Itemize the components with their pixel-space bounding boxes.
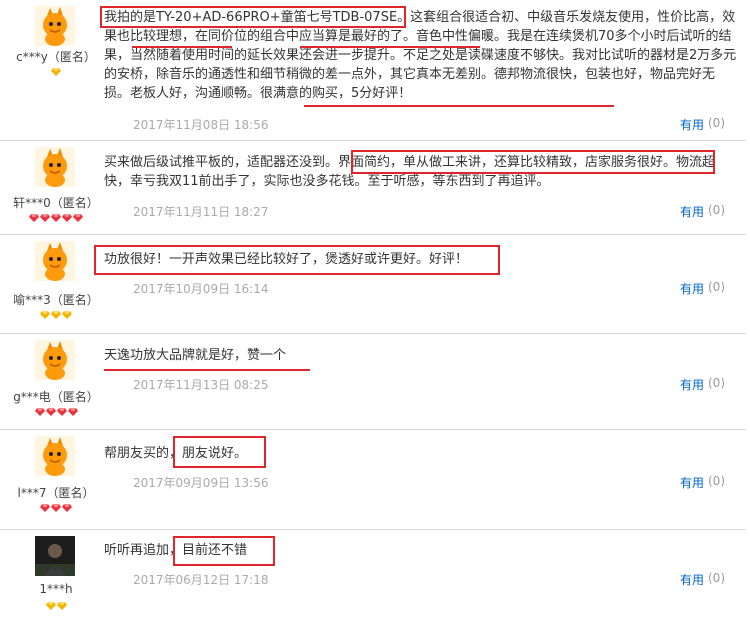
- diamond-icon: [51, 504, 61, 512]
- useful-count: (0): [708, 280, 725, 294]
- review-item: 1***h 听听再追加，目前还不错 2017年06月12日 17:18 有用 (…: [0, 530, 746, 631]
- review-item: l***7（匿名） 帮朋友买的，朋友说好。 2017年09月09日 13:56 …: [0, 430, 746, 530]
- annotation-box: [351, 150, 715, 174]
- diamond-icon: [56, 602, 67, 610]
- review-date: 2017年06月12日 17:18: [133, 573, 269, 587]
- diamond-icon: [51, 68, 61, 76]
- useful-count: (0): [708, 474, 725, 488]
- diamond-icon: [29, 214, 39, 222]
- useful-button[interactable]: 有用: [680, 116, 704, 133]
- diamond-icon: [73, 214, 83, 222]
- useful-button[interactable]: 有用: [680, 376, 704, 393]
- username: c***y（匿名）: [16, 50, 96, 64]
- diamond-icon: [45, 602, 56, 610]
- avatar[interactable]: [35, 241, 75, 281]
- diamond-icon: [40, 504, 50, 512]
- username: 1***h: [39, 582, 73, 596]
- useful-count: (0): [708, 116, 725, 130]
- avatar[interactable]: [35, 147, 75, 187]
- avatar[interactable]: [35, 436, 75, 476]
- review-date: 2017年09月09日 13:56: [133, 476, 269, 490]
- useful-button[interactable]: 有用: [680, 280, 704, 297]
- diamond-icon: [51, 311, 61, 319]
- review-text: 天逸功放大品牌就是好，赞一个: [104, 348, 287, 363]
- diamond-icon: [67, 408, 78, 416]
- diamond-icon: [62, 504, 72, 512]
- avatar[interactable]: [35, 536, 75, 576]
- member-badges: [2, 214, 110, 233]
- review-item: 喻***3（匿名） 功放很好！一开声效果已经比较好了，煲透好或许更好。好评！ 2…: [0, 235, 746, 334]
- useful-button[interactable]: 有用: [680, 474, 704, 491]
- diamond-icon: [34, 408, 45, 416]
- diamond-icon: [62, 311, 72, 319]
- annotation-box: [100, 6, 406, 28]
- member-badges: [2, 602, 110, 621]
- diamond-icon: [40, 311, 50, 319]
- username: 轩***0（匿名）: [13, 196, 99, 210]
- useful-button[interactable]: 有用: [680, 571, 704, 588]
- diamond-icon: [51, 214, 61, 222]
- diamond-icon: [62, 214, 72, 222]
- review-item: c***y（匿名） 我拍的是TY-20+AD-66PRO+童笛七号TDB-07S…: [0, 0, 746, 141]
- annotation-underline: [104, 369, 310, 371]
- annotation-box: [173, 536, 275, 566]
- diamond-icon: [45, 408, 56, 416]
- diamond-icon: [40, 214, 50, 222]
- username: 喻***3（匿名）: [13, 293, 99, 307]
- useful-count: (0): [708, 376, 725, 390]
- review-date: 2017年11月08日 18:56: [133, 118, 269, 132]
- member-badges: [2, 311, 110, 330]
- review-item: 轩***0（匿名） 买来做后级试推平板的，适配器还没到。界面简约，单从做工来讲，…: [0, 141, 746, 235]
- avatar[interactable]: [35, 6, 75, 46]
- review-date: 2017年11月13日 08:25: [133, 378, 269, 392]
- annotation-underline: [300, 46, 480, 48]
- username: l***7（匿名）: [17, 486, 95, 500]
- useful-count: (0): [708, 203, 725, 217]
- username: g***电（匿名）: [13, 390, 99, 404]
- useful-count: (0): [708, 571, 725, 585]
- diamond-icon: [56, 408, 67, 416]
- member-badges: [2, 68, 110, 87]
- annotation-underline: [132, 46, 232, 48]
- annotation-box: [173, 436, 266, 468]
- review-date: 2017年10月09日 16:14: [133, 282, 269, 296]
- annotation-box: [94, 245, 500, 275]
- review-date: 2017年11月11日 18:27: [133, 205, 269, 219]
- useful-button[interactable]: 有用: [680, 203, 704, 220]
- avatar[interactable]: [35, 340, 75, 380]
- annotation-underline: [304, 105, 614, 107]
- member-badges: [2, 504, 110, 523]
- review-item: g***电（匿名） 天逸功放大品牌就是好，赞一个 2017年11月13日 08:…: [0, 334, 746, 430]
- member-badges: [2, 408, 110, 427]
